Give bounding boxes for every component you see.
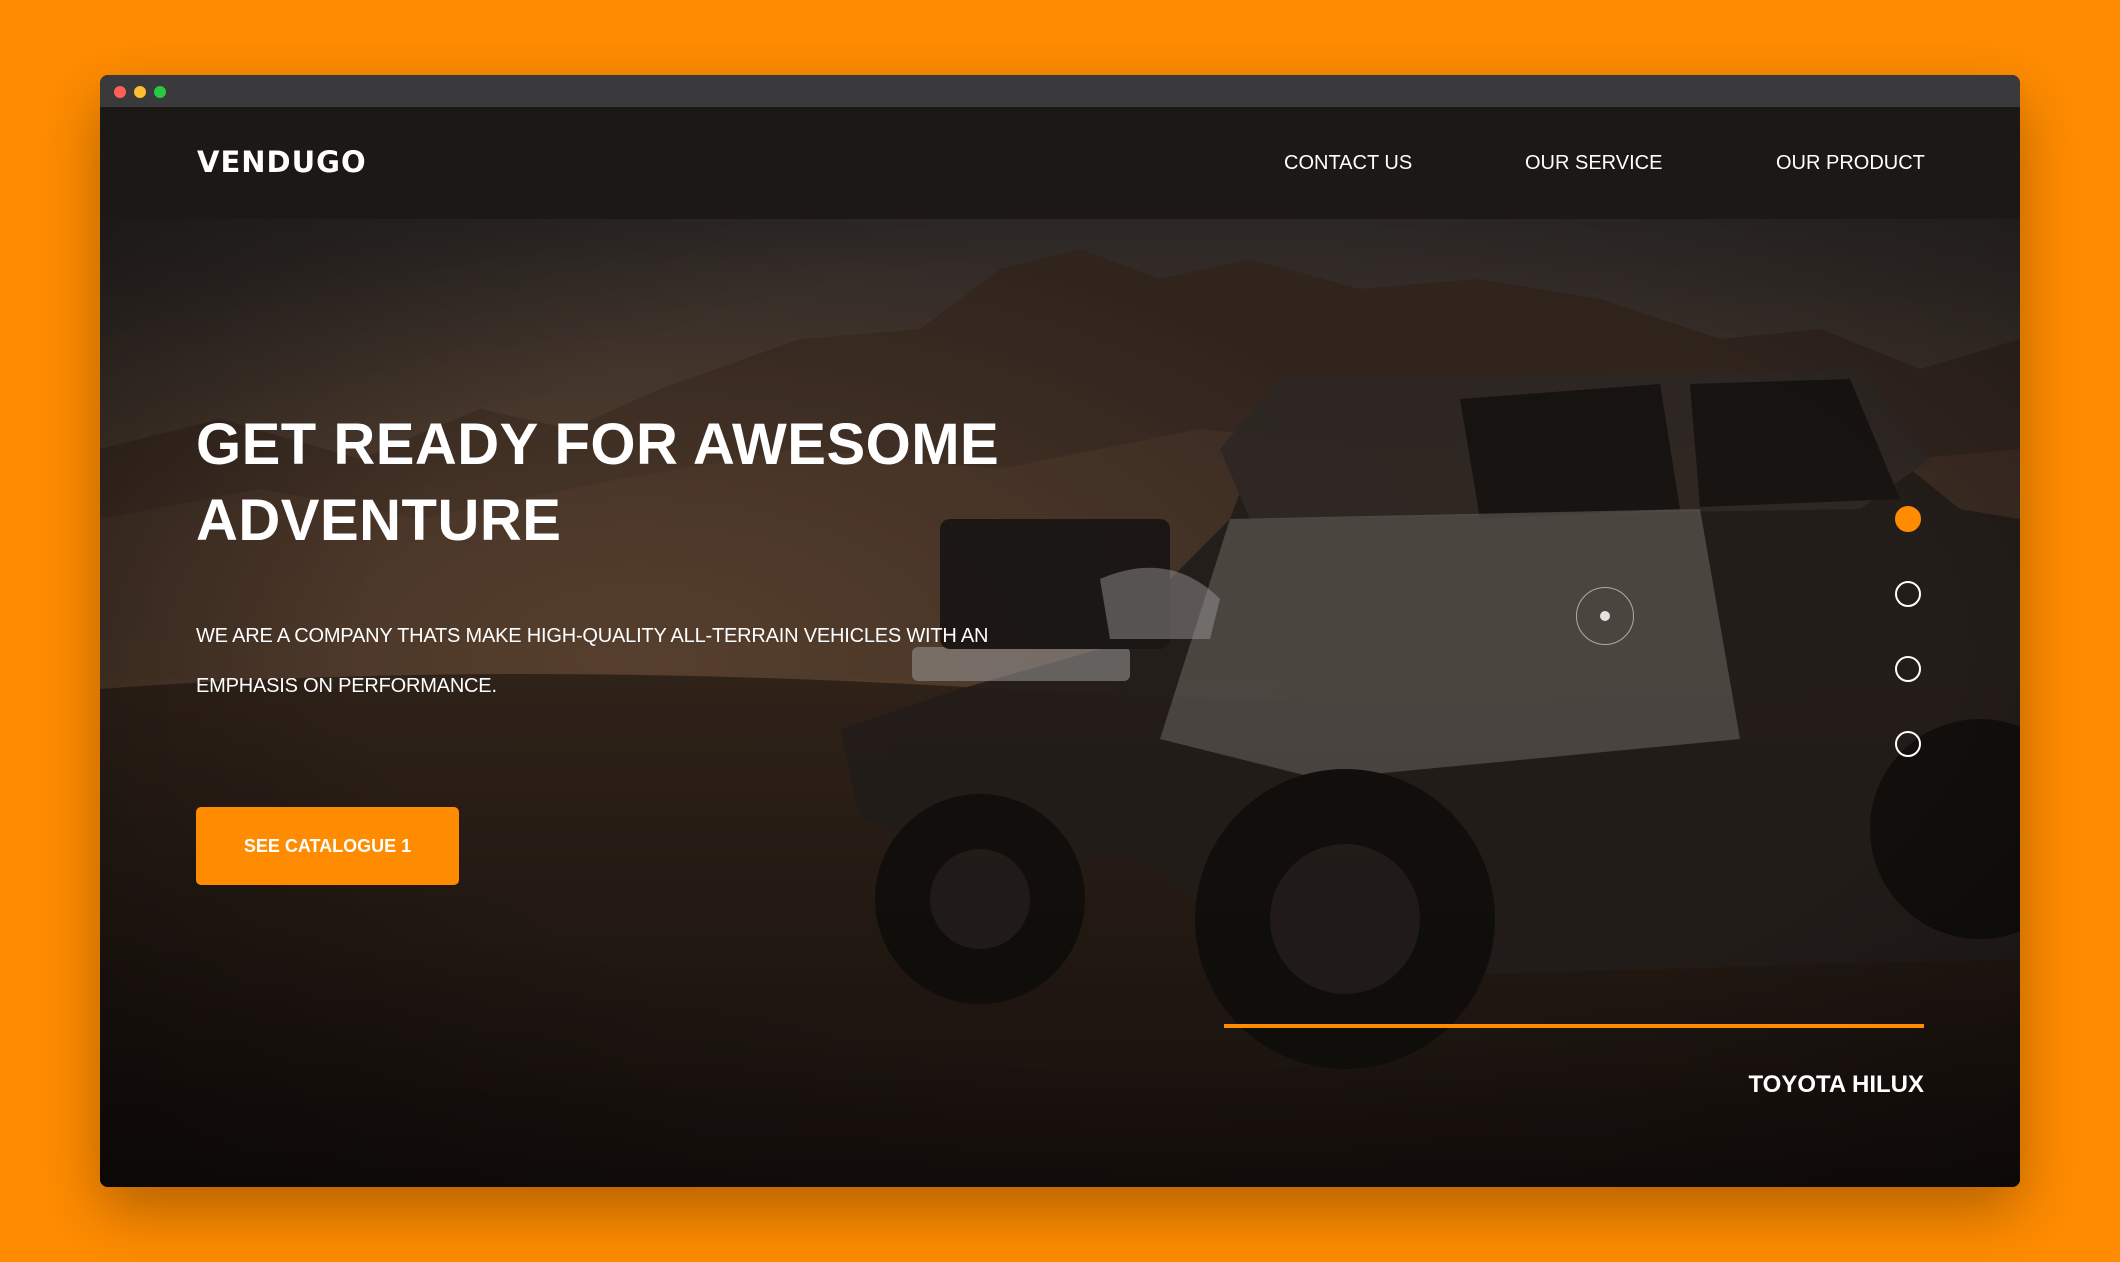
slide-progress-line	[1224, 1024, 1924, 1028]
hero-section: GET READY FOR AWESOME ADVENTURE WE ARE A…	[100, 219, 2020, 1187]
nav-our-service[interactable]: OUR SERVICE	[1525, 151, 1662, 175]
minimize-window-icon[interactable]	[134, 86, 146, 98]
nav-contact-us[interactable]: CONTACT US	[1284, 151, 1412, 175]
slide-dot-3[interactable]	[1895, 656, 1921, 682]
hero-description: WE ARE A COMPANY THATS MAKE HIGH-QUALITY…	[196, 625, 989, 697]
top-navbar: VENDUGO CONTACT US OUR SERVICE OUR PRODU…	[100, 107, 2020, 219]
window-titlebar	[100, 75, 2020, 107]
slide-dot-1[interactable]	[1895, 506, 1921, 532]
maximize-window-icon[interactable]	[154, 86, 166, 98]
see-catalogue-button[interactable]: SEE CATALOGUE 1	[196, 807, 459, 885]
slide-dot-2[interactable]	[1895, 581, 1921, 607]
browser-window: VENDUGO CONTACT US OUR SERVICE OUR PRODU…	[100, 75, 2020, 1187]
hero-title: GET READY FOR AWESOME ADVENTURE	[196, 412, 1000, 553]
slider-pagination	[1895, 506, 1921, 766]
nav-our-product[interactable]: OUR PRODUCT	[1776, 151, 1925, 175]
brand-logo[interactable]: VENDUGO	[197, 145, 367, 179]
mouse-cursor-dot	[1600, 611, 1610, 621]
slide-dot-4[interactable]	[1895, 731, 1921, 757]
product-name-label: TOYOTA HILUX	[1748, 1071, 1924, 1098]
close-window-icon[interactable]	[114, 86, 126, 98]
